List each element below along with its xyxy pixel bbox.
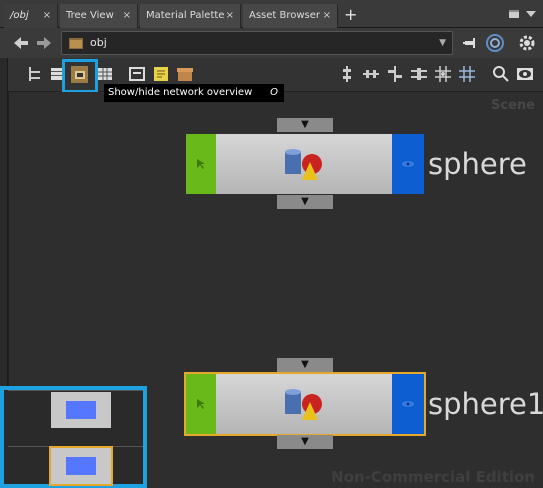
tooltip-text: Show/hide network overview bbox=[108, 87, 253, 98]
overview-node-sphere1 bbox=[49, 446, 113, 486]
tree-view-icon[interactable] bbox=[26, 65, 44, 83]
tooltip-shortcut: O bbox=[270, 87, 278, 98]
new-tab-button[interactable]: + bbox=[344, 4, 357, 26]
geometry-icon bbox=[285, 389, 322, 420]
sticky-note-icon[interactable] bbox=[152, 65, 170, 83]
pin-icon[interactable] bbox=[463, 35, 479, 51]
input-connector[interactable]: ▼ bbox=[277, 118, 333, 132]
node-sphere1[interactable] bbox=[184, 372, 426, 436]
tab-tree-view[interactable]: Tree View × bbox=[60, 4, 138, 28]
align-vertical-icon[interactable] bbox=[338, 65, 356, 83]
node-body[interactable] bbox=[216, 374, 392, 434]
network-box-icon[interactable] bbox=[176, 65, 194, 83]
pane-layout-icon[interactable] bbox=[508, 8, 520, 20]
folder-icon bbox=[69, 38, 83, 49]
display-flag[interactable] bbox=[392, 374, 424, 434]
geometry-icon bbox=[285, 149, 322, 180]
chevron-down-icon[interactable]: ▼ bbox=[439, 32, 446, 54]
tab-material-palette[interactable]: Material Palette × bbox=[140, 4, 241, 28]
overview-node-fill bbox=[66, 457, 96, 475]
pane-menu-arrow-icon[interactable] bbox=[526, 11, 536, 19]
eye-icon bbox=[402, 161, 414, 167]
eye-icon bbox=[402, 401, 414, 407]
input-connector[interactable]: ▼ bbox=[277, 358, 333, 372]
tab-bar: /obj × Tree View × Material Palette × As… bbox=[0, 0, 543, 28]
zoom-icon[interactable] bbox=[492, 65, 510, 83]
tab-asset-browser[interactable]: Asset Browser × bbox=[243, 4, 338, 28]
network-editor-pane: /obj × Tree View × Material Palette × As… bbox=[0, 0, 543, 488]
output-connector[interactable]: ▼ bbox=[277, 195, 333, 209]
visibility-icon[interactable] bbox=[516, 65, 534, 83]
network-overview-panel[interactable] bbox=[0, 386, 147, 488]
context-label: Scene bbox=[491, 98, 535, 113]
tab-obj[interactable]: /obj × bbox=[4, 4, 58, 28]
node-name-label[interactable]: sphere1 bbox=[428, 387, 543, 421]
network-path-field[interactable]: obj ▼ bbox=[61, 31, 453, 55]
overview-divider bbox=[8, 390, 143, 391]
cursor-icon bbox=[197, 159, 205, 169]
tab-label: Tree View bbox=[66, 10, 114, 21]
distribute-icon[interactable] bbox=[386, 65, 404, 83]
edition-watermark: Non-Commercial Edition bbox=[331, 468, 535, 486]
close-icon[interactable]: × bbox=[43, 4, 51, 28]
selectable-flag[interactable] bbox=[186, 134, 216, 194]
close-icon[interactable]: × bbox=[123, 4, 131, 28]
tab-label: /obj bbox=[10, 10, 29, 21]
output-connector[interactable]: ▼ bbox=[277, 435, 333, 449]
overview-divider bbox=[8, 446, 143, 447]
path-text: obj bbox=[90, 36, 107, 49]
align-horizontal-icon[interactable] bbox=[362, 65, 380, 83]
tooltip: Show/hide network overview O bbox=[104, 84, 284, 102]
back-arrow-icon[interactable] bbox=[12, 34, 30, 52]
node-body[interactable] bbox=[216, 134, 392, 194]
gear-icon[interactable] bbox=[517, 33, 537, 53]
parameter-icon[interactable] bbox=[128, 65, 146, 83]
node-name-label[interactable]: sphere bbox=[428, 147, 527, 181]
link-target-icon[interactable] bbox=[485, 33, 505, 53]
spacing-icon[interactable] bbox=[410, 65, 428, 83]
selectable-flag[interactable] bbox=[186, 374, 216, 434]
close-icon[interactable]: × bbox=[323, 4, 331, 28]
overview-node-sphere bbox=[51, 392, 111, 428]
node-sphere[interactable] bbox=[186, 134, 424, 194]
cursor-icon bbox=[197, 399, 205, 409]
tab-label: Asset Browser bbox=[249, 10, 321, 21]
close-icon[interactable]: × bbox=[226, 4, 234, 28]
forward-arrow-icon[interactable] bbox=[35, 34, 53, 52]
grid-view-icon[interactable] bbox=[96, 65, 114, 83]
overview-node-fill bbox=[66, 401, 96, 419]
display-flag[interactable] bbox=[392, 134, 424, 194]
grid-icon[interactable] bbox=[458, 65, 476, 83]
overview-button-highlight bbox=[62, 59, 98, 93]
path-bar: obj ▼ bbox=[0, 28, 543, 58]
snap-grid-icon[interactable] bbox=[434, 65, 452, 83]
tab-label: Material Palette bbox=[146, 10, 225, 21]
